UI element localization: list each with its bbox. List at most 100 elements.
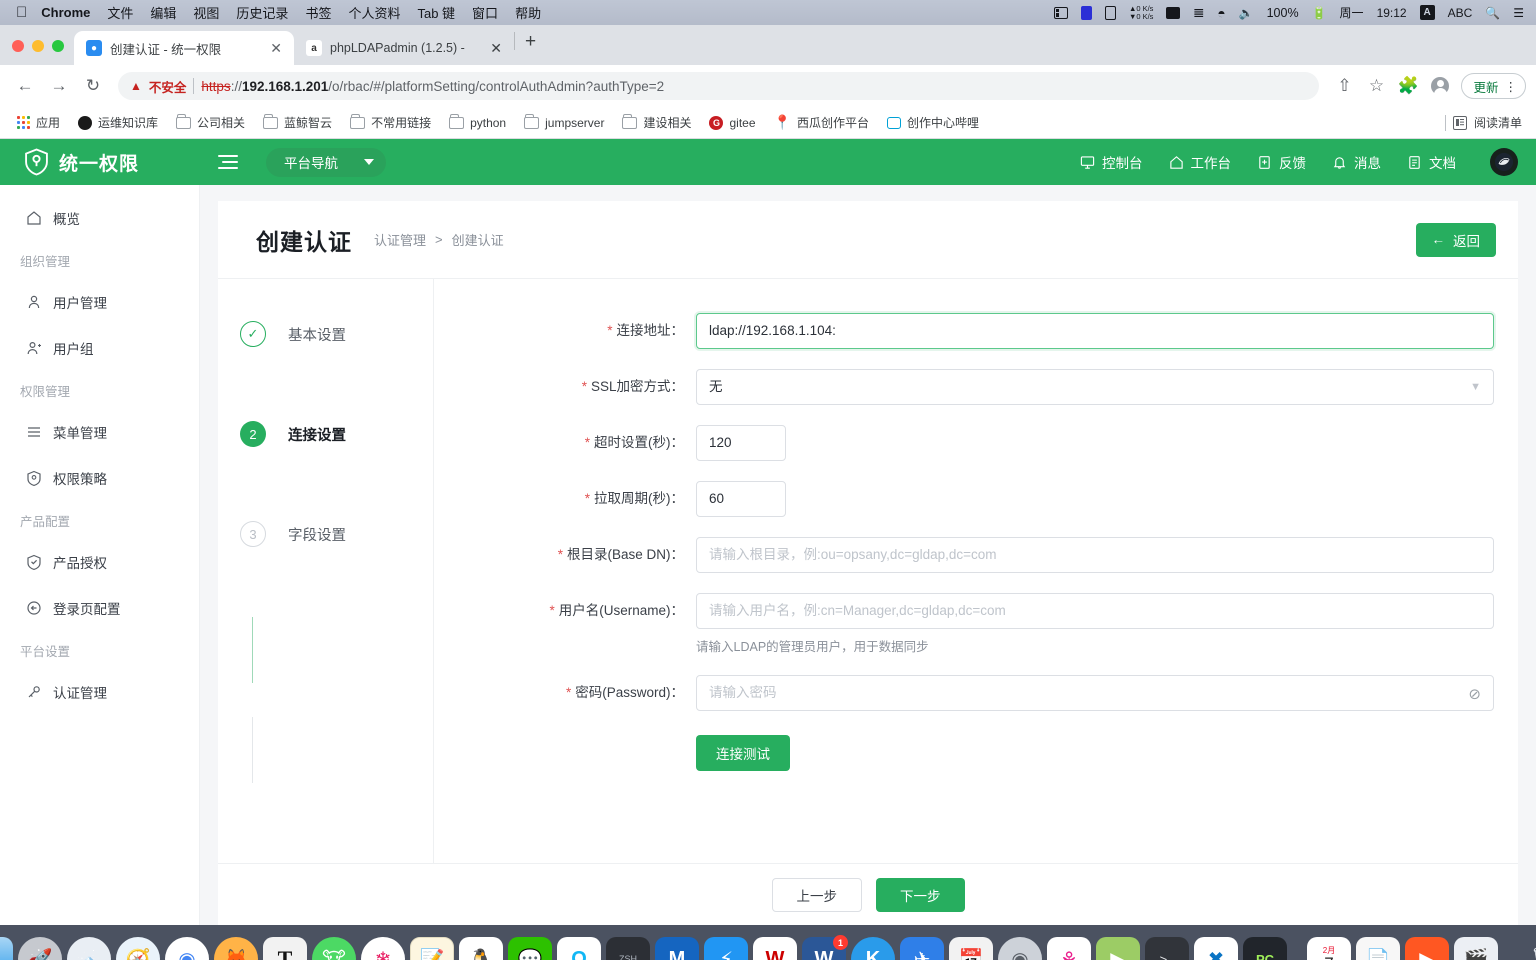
wizard-step-basic[interactable]: ✓ 基本设置	[240, 317, 433, 351]
sidebar-item-login-page-config[interactable]: 登录页配置	[0, 585, 199, 631]
back-icon[interactable]: ←	[10, 71, 40, 101]
breadcrumb-item-parent[interactable]: 认证管理	[374, 230, 426, 249]
dock-item-typora[interactable]: T	[263, 937, 307, 960]
volume-icon[interactable]: 🔈	[1239, 6, 1254, 20]
dock-item-photos[interactable]: ❄	[361, 937, 405, 960]
base-dn-input[interactable]: 请输入根目录，例:ou=opsany,dc=gldap,dc=com	[696, 537, 1494, 573]
app-brand[interactable]: 统一权限	[0, 148, 200, 176]
topnav-docs[interactable]: 文档	[1407, 152, 1456, 172]
menu-item-view[interactable]: 视图	[193, 3, 219, 22]
split-view-icon[interactable]	[1053, 6, 1068, 19]
bookmark-construction[interactable]: 建设相关	[615, 110, 698, 135]
topnav-workbench[interactable]: 工作台	[1169, 152, 1231, 172]
bookmark-rare-links[interactable]: 不常用链接	[343, 110, 438, 135]
sidebar-item-product-license[interactable]: 产品授权	[0, 539, 199, 585]
menu-item-bookmarks[interactable]: 书签	[305, 3, 331, 22]
dock-item-safari[interactable]: 🧭	[116, 937, 160, 960]
dock-item-wps-writer[interactable]: W	[753, 937, 797, 960]
network-speed-icon[interactable]: ▲0 ▼0 K/s K/s	[1129, 4, 1153, 21]
dock-item-chrome[interactable]: ◉	[165, 937, 209, 960]
dock-item-zsh-terminal[interactable]: ZSH	[606, 937, 650, 960]
dock-item-mindmaster[interactable]: M	[655, 937, 699, 960]
bookmark-xigua[interactable]: 📍 西瓜创作平台	[767, 110, 876, 135]
forward-icon[interactable]: →	[44, 71, 74, 101]
menu-item-tab[interactable]: Tab 键	[417, 3, 455, 22]
topnav-console[interactable]: 控制台	[1080, 152, 1143, 172]
star-icon[interactable]: ☆	[1361, 71, 1391, 101]
menu-item-file[interactable]: 文件	[107, 3, 133, 22]
sidebar-collapse-icon[interactable]	[214, 154, 238, 170]
close-window-button[interactable]	[12, 40, 24, 52]
menu-item-history[interactable]: 历史记录	[236, 3, 288, 22]
bookmark-company[interactable]: 公司相关	[169, 110, 252, 135]
ssl-encryption-select[interactable]: 无 ▼	[696, 369, 1494, 405]
reading-list-label[interactable]: 阅读清单	[1474, 114, 1522, 131]
dock-item-keynote[interactable]: ▶	[1405, 937, 1449, 960]
dock-item-launchpad[interactable]: 🚀	[18, 937, 62, 960]
dock-item-wechat[interactable]: 💬	[508, 937, 552, 960]
menu-item-chrome[interactable]: Chrome	[41, 5, 90, 20]
menu-item-profile[interactable]: 个人资料	[348, 3, 400, 22]
menu-item-window[interactable]: 窗口	[472, 3, 498, 22]
menu-item-help[interactable]: 帮助	[515, 3, 541, 22]
dock-item-iterm[interactable]: >_	[1145, 937, 1189, 960]
share-icon[interactable]: ⇧	[1329, 71, 1359, 101]
dock-item-calendar-edit[interactable]: 📅	[949, 937, 993, 960]
maximize-window-button[interactable]	[52, 40, 64, 52]
bookmark-ops-kb[interactable]: 运维知识库	[71, 110, 165, 135]
kebab-menu-icon[interactable]: ⋮	[1505, 79, 1518, 94]
connection-address-input[interactable]: ldap://192.168.1.104:	[696, 313, 1494, 349]
new-tab-button[interactable]: +	[515, 32, 546, 59]
user-avatar[interactable]	[1490, 148, 1518, 176]
sidebar-item-permission-policy[interactable]: 权限策略	[0, 455, 199, 501]
bookmark-python[interactable]: python	[442, 112, 513, 134]
previous-step-button[interactable]: 上一步	[771, 877, 862, 912]
wifi-icon[interactable]: ◓	[1217, 5, 1225, 21]
dock-item-calendar[interactable]: 2月 7	[1307, 937, 1351, 960]
back-button[interactable]: ← 返回	[1415, 222, 1496, 257]
apple-logo-icon[interactable]: 	[16, 5, 27, 20]
sidebar-item-overview[interactable]: 概览	[0, 195, 199, 241]
dock-item-word[interactable]: W1	[802, 935, 848, 960]
browser-tab-active[interactable]: ● 创建认证 - 统一权限 ✕	[74, 31, 294, 65]
topnav-messages[interactable]: 消息	[1332, 152, 1381, 172]
dock-item-trash[interactable]: 🗑	[1523, 937, 1536, 960]
dock-item-flashtool[interactable]: ⚡	[704, 937, 748, 960]
password-input[interactable]: 请输入密码	[696, 675, 1494, 711]
sidebar-item-user-group[interactable]: 用户组	[0, 325, 199, 371]
wizard-step-connection[interactable]: 2 连接设置	[240, 417, 433, 451]
address-bar[interactable]: ▲ 不安全 https://192.168.1.201/o/rbac/#/pla…	[118, 72, 1320, 100]
dock-item-notes[interactable]: 📝	[410, 937, 454, 960]
profile-avatar[interactable]	[1425, 71, 1455, 101]
dock-item-potplayer[interactable]: ▶	[1096, 937, 1140, 960]
test-connection-button[interactable]: 连接测试	[696, 735, 790, 771]
bookmark-bluekin[interactable]: 蓝鲸智云	[256, 110, 339, 135]
platform-nav-select[interactable]: 平台导航	[266, 147, 386, 177]
browser-tab-inactive[interactable]: a phpLDAPadmin (1.2.5) - ✕	[294, 31, 514, 65]
battery-charging-icon[interactable]: 🔋	[1312, 6, 1327, 20]
update-button[interactable]: 更新 ⋮	[1461, 73, 1526, 99]
input-source-label[interactable]: ABC	[1448, 6, 1473, 20]
bookmark-bilibili[interactable]: 创作中心哔哩	[880, 110, 986, 135]
username-input[interactable]: 请输入用户名，例:cn=Manager,dc=gldap,dc=com	[696, 593, 1494, 629]
control-center-icon[interactable]: ☰	[1513, 6, 1524, 20]
menu-item-edit[interactable]: 编辑	[150, 3, 176, 22]
next-step-button[interactable]: 下一步	[876, 877, 965, 912]
bookmark-jumpserver[interactable]: jumpserver	[517, 112, 611, 134]
bluetooth-icon[interactable]: 𝌆	[1193, 6, 1204, 20]
dock-item-pycharm[interactable]: PC	[1243, 937, 1287, 960]
dock-item-kingsoft[interactable]: K	[851, 937, 895, 960]
dock-item-clover[interactable]: ⚘	[1047, 937, 1091, 960]
pull-interval-input[interactable]: 60	[696, 481, 786, 517]
device-icon[interactable]	[1104, 5, 1116, 20]
reading-list-icon[interactable]	[1452, 115, 1467, 130]
dock-item-evernote[interactable]: 🐮	[312, 937, 356, 960]
battery-status-icon[interactable]	[1080, 5, 1092, 20]
sidebar-item-auth-management[interactable]: 认证管理	[0, 669, 199, 715]
sidebar-item-user-management[interactable]: 用户管理	[0, 279, 199, 325]
dock-item-imovie[interactable]: 🎬	[1454, 937, 1498, 960]
dock-item-vscode[interactable]: ✖	[1194, 937, 1238, 960]
sidebar-item-menu-management[interactable]: 菜单管理	[0, 409, 199, 455]
dock-item-tim[interactable]: ✈	[900, 937, 944, 960]
reload-icon[interactable]: ↻	[78, 71, 108, 101]
